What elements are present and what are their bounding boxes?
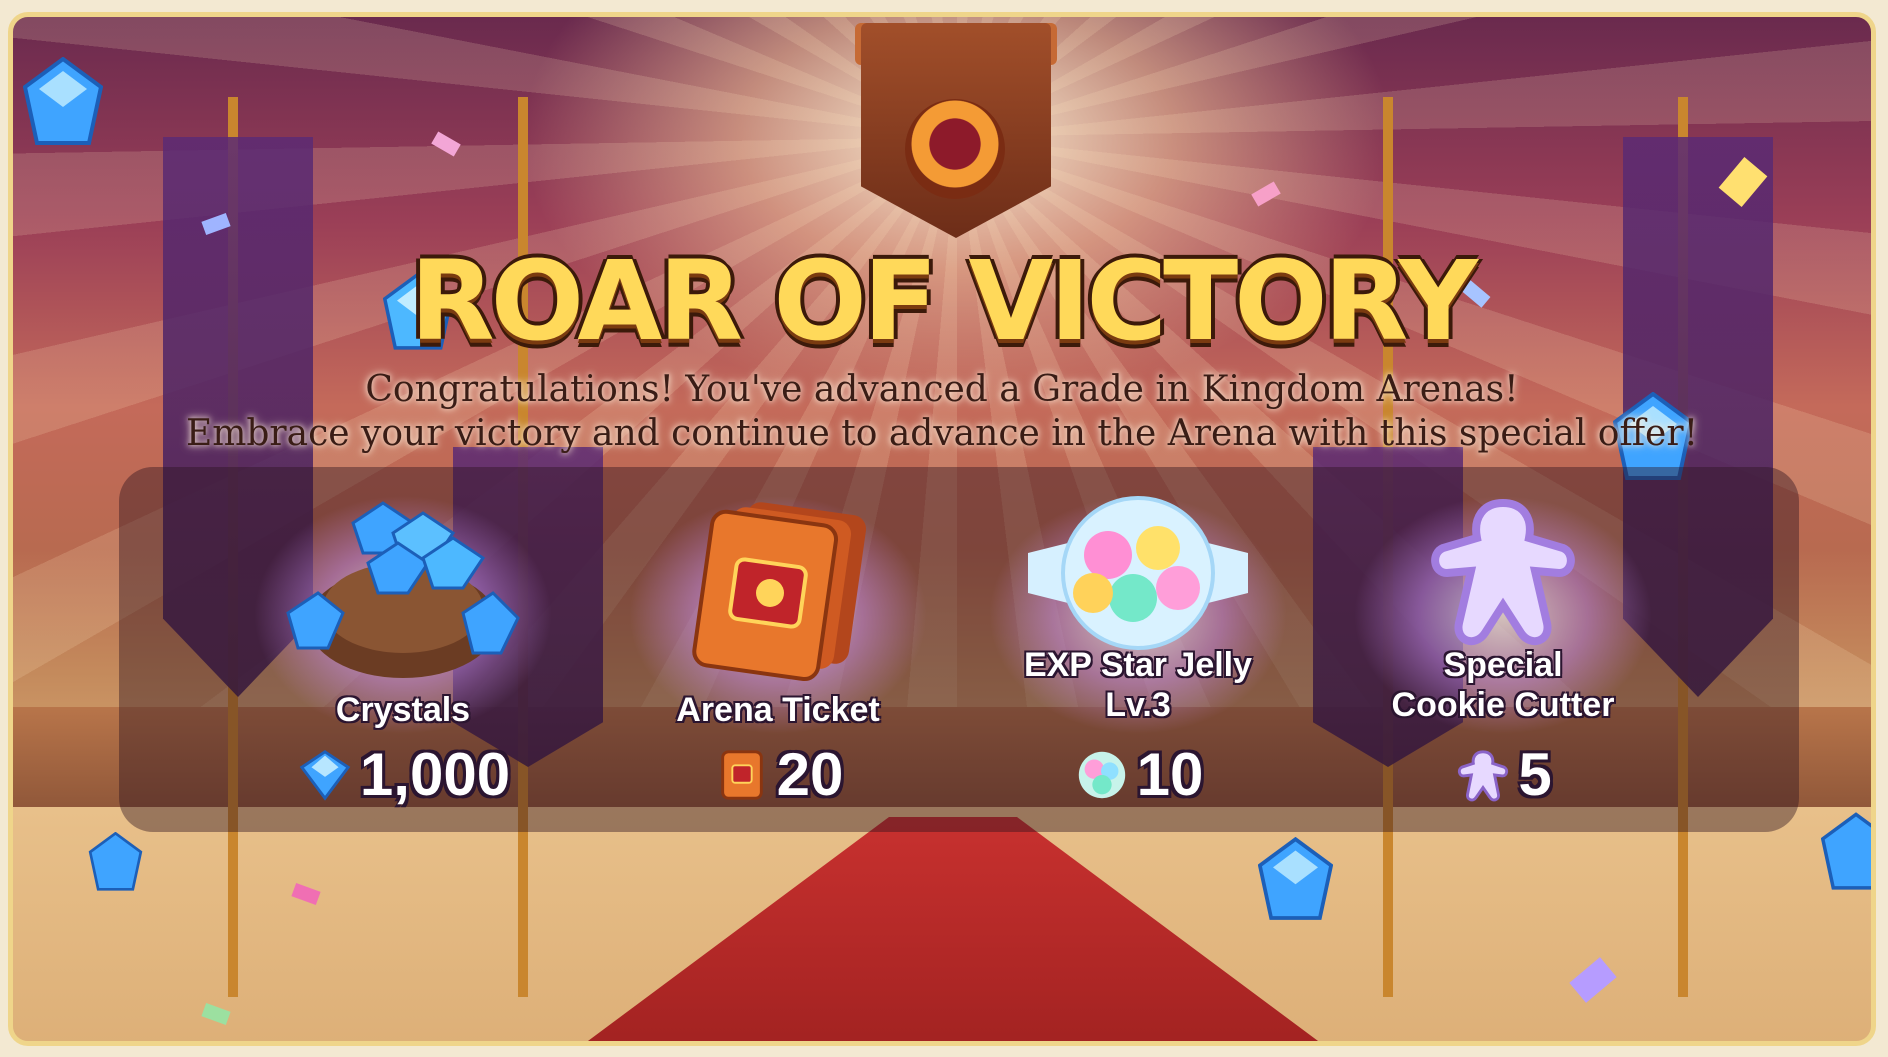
crystal-pouch-icon [286, 501, 520, 678]
reward-special-cookie-cutter: Special Cookie Cutter 5 [1338, 475, 1668, 815]
reward-name-line-1: Special [1443, 646, 1563, 684]
floating-crystal-icon [1258, 837, 1333, 920]
arena-ticket-icon [692, 502, 867, 682]
reward-quantity-row: 10 [973, 740, 1303, 809]
promo-dialog: ROAR OF VICTORY Congratulations! You've … [8, 12, 1876, 1046]
dialog-title: ROAR OF VICTORY [409, 237, 1478, 365]
message-line-1: Congratulations! You've advanced a Grade… [365, 369, 1519, 410]
reward-name: Crystals [335, 691, 471, 729]
floating-crystal-icon [1821, 812, 1871, 890]
badge-emblem-icon [905, 99, 1005, 199]
reward-amount: 10 [1136, 741, 1204, 808]
reward-arena-ticket: Arena Ticket 20 [613, 475, 943, 815]
cookie-cutter-icon [1431, 498, 1575, 646]
reward-name-line-1: EXP Star Jelly [1023, 646, 1253, 684]
exp-star-jelly-icon [1028, 496, 1248, 650]
crystal-icon [299, 749, 351, 801]
message-line-2: Embrace your victory and continue to adv… [185, 413, 1699, 454]
floating-crystal-icon [88, 832, 143, 891]
reward-amount: 5 [1518, 741, 1552, 808]
cookie-cutter-small-icon [1458, 749, 1509, 801]
reward-quantity-row: 1,000 [238, 740, 568, 809]
floating-crystal-icon [23, 57, 103, 145]
arena-ticket-small-icon [720, 749, 763, 800]
reward-name: Arena Ticket [676, 691, 880, 729]
star-jelly-small-icon [1078, 751, 1125, 798]
reward-name-line-2: Cookie Cutter [1391, 686, 1615, 724]
reward-exp-star-jelly: EXP Star Jelly Lv.3 10 [973, 475, 1303, 815]
reward-name-line-2: Lv.3 [1105, 686, 1171, 724]
reward-amount: 1,000 [359, 741, 511, 808]
reward-quantity-row: 20 [613, 740, 943, 809]
reward-amount: 20 [776, 741, 844, 808]
reward-crystals: Crystals 1,000 [238, 475, 568, 815]
reward-quantity-row: 5 [1338, 740, 1668, 809]
